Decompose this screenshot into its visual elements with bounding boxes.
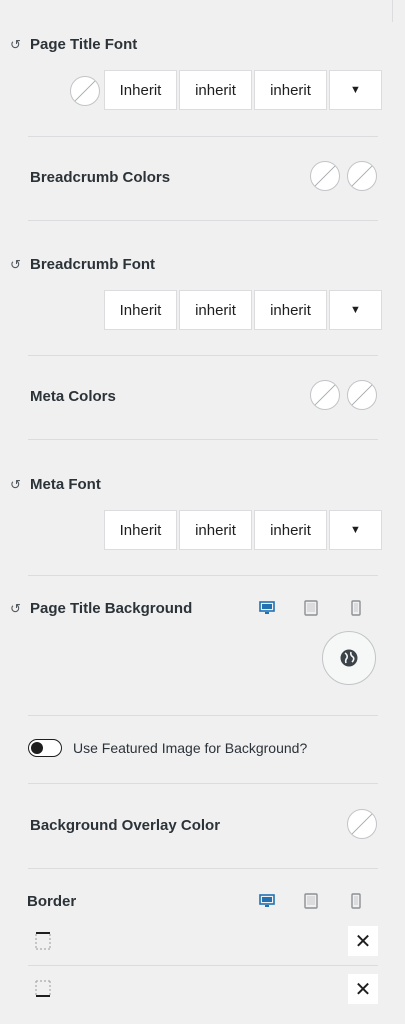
meta-link-color-swatch[interactable] — [347, 380, 377, 410]
reset-icon[interactable]: ↺ — [10, 257, 21, 273]
font-family-select[interactable]: Inherit — [104, 510, 177, 550]
font-style-select[interactable]: inherit — [254, 70, 327, 110]
meta-color-swatch[interactable] — [310, 380, 340, 410]
page-title-font-label: Page Title Font — [30, 36, 138, 53]
font-weight-select[interactable]: inherit — [179, 510, 252, 550]
desktop-icon[interactable] — [259, 893, 275, 909]
divider — [28, 868, 378, 869]
font-more-dropdown[interactable]: ▼ — [329, 510, 382, 550]
remove-border-bottom-button[interactable]: ✕ — [348, 974, 378, 1004]
border-label: Border — [27, 893, 77, 910]
font-family-select[interactable]: Inherit — [104, 290, 177, 330]
reset-icon[interactable]: ↺ — [10, 37, 21, 53]
divider — [28, 965, 378, 966]
tablet-icon[interactable] — [303, 600, 319, 616]
top-divider — [392, 0, 393, 22]
background-overlay-color-label: Background Overlay Color — [30, 817, 221, 834]
font-style-select[interactable]: inherit — [254, 290, 327, 330]
featured-image-toggle[interactable] — [28, 739, 62, 757]
divider — [28, 715, 378, 716]
font-more-dropdown[interactable]: ▼ — [329, 290, 382, 330]
reset-icon[interactable]: ↺ — [10, 601, 21, 617]
globe-icon — [340, 649, 358, 667]
background-picker-button[interactable] — [322, 631, 376, 685]
toggle-knob — [31, 742, 43, 754]
breadcrumb-colors-label: Breadcrumb Colors — [30, 169, 171, 186]
breadcrumb-color-swatch[interactable] — [310, 161, 340, 191]
mobile-icon[interactable] — [348, 893, 364, 909]
breadcrumb-font-controls: Inherit inherit inherit ▼ — [104, 290, 382, 330]
desktop-icon[interactable] — [259, 600, 275, 616]
font-family-select[interactable]: Inherit — [104, 70, 177, 110]
meta-colors-label: Meta Colors — [30, 388, 116, 405]
font-weight-select[interactable]: inherit — [179, 290, 252, 330]
meta-font-label: Meta Font — [30, 476, 101, 493]
breadcrumb-font-label: Breadcrumb Font — [30, 256, 156, 273]
featured-image-toggle-label: Use Featured Image for Background? — [73, 740, 308, 756]
border-bottom-icon — [35, 980, 51, 997]
page-title-font-color-swatch[interactable] — [70, 76, 100, 106]
divider — [28, 575, 378, 576]
divider — [28, 136, 378, 137]
divider — [28, 220, 378, 221]
reset-icon[interactable]: ↺ — [10, 477, 21, 493]
remove-border-top-button[interactable]: ✕ — [348, 926, 378, 956]
font-weight-select[interactable]: inherit — [179, 70, 252, 110]
meta-font-controls: Inherit inherit inherit ▼ — [104, 510, 382, 550]
tablet-icon[interactable] — [303, 893, 319, 909]
border-top-icon — [35, 932, 51, 950]
font-style-select[interactable]: inherit — [254, 510, 327, 550]
font-more-dropdown[interactable]: ▼ — [329, 70, 382, 110]
breadcrumb-link-color-swatch[interactable] — [347, 161, 377, 191]
page-title-font-controls: Inherit inherit inherit ▼ — [104, 70, 382, 110]
divider — [28, 355, 378, 356]
divider — [28, 783, 378, 784]
overlay-color-swatch[interactable] — [347, 809, 377, 839]
divider — [28, 439, 378, 440]
page-title-background-label: Page Title Background — [30, 600, 193, 617]
mobile-icon[interactable] — [348, 600, 364, 616]
